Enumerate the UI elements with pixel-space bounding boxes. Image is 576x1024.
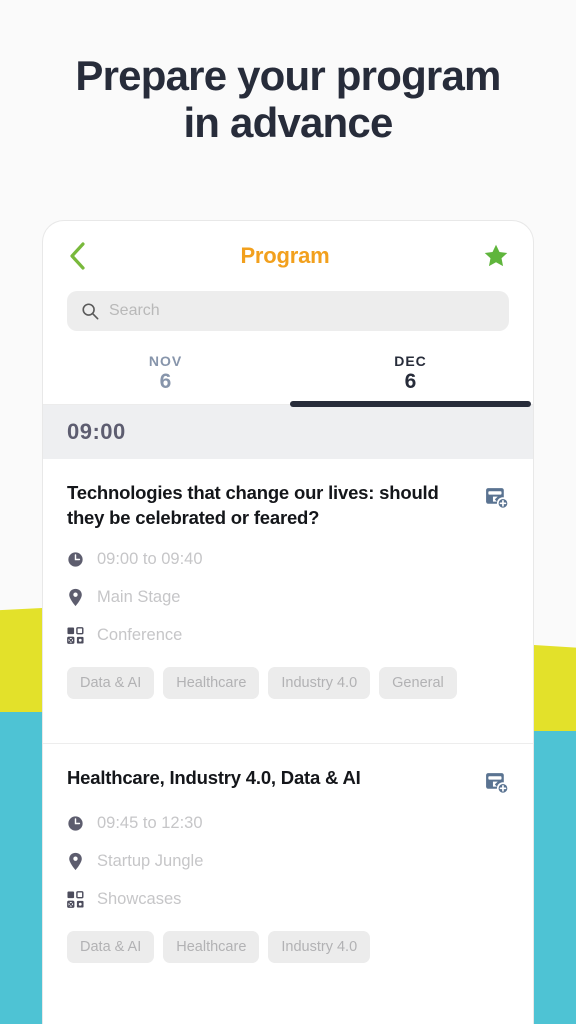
phone-mockup-card: Program Search NOV 6 DEC 6 09:00 Technol… xyxy=(42,220,534,1024)
event-list-item[interactable]: Technologies that change our lives: shou… xyxy=(43,459,533,721)
event-location-label: Main Stage xyxy=(97,587,181,606)
event-tag[interactable]: General xyxy=(379,666,457,699)
page-headline: Prepare your program in advance xyxy=(0,0,576,146)
star-icon[interactable] xyxy=(483,243,509,269)
page-title: Program xyxy=(240,243,330,268)
event-category-row: Conference xyxy=(67,626,509,645)
tab-month-label: NOV xyxy=(148,353,183,369)
add-to-calendar-icon[interactable] xyxy=(484,481,510,510)
decorative-side-block-right xyxy=(534,645,576,1024)
event-category-row: Showcases xyxy=(67,890,509,909)
time-group-header: 09:00 xyxy=(43,405,533,459)
headline-line-1: Prepare your program xyxy=(75,52,501,99)
grid-category-icon xyxy=(67,891,84,908)
grid-category-icon xyxy=(67,627,84,644)
event-tag[interactable]: Industry 4.0 xyxy=(268,930,371,963)
decorative-band-cyan xyxy=(0,712,42,1024)
decorative-side-block-left xyxy=(0,608,42,1024)
event-tag[interactable]: Healthcare xyxy=(163,666,260,699)
event-location-row: Main Stage xyxy=(67,588,509,607)
search-placeholder: Search xyxy=(109,302,160,319)
event-title: Healthcare, Industry 4.0, Data & AI xyxy=(67,766,361,788)
event-tag[interactable]: Industry 4.0 xyxy=(268,666,371,699)
chevron-left-icon[interactable] xyxy=(67,241,87,271)
event-tag[interactable]: Data & AI xyxy=(67,666,155,699)
app-nav-bar: Program xyxy=(43,221,533,291)
search-icon xyxy=(81,302,99,320)
event-tag-list: Data & AI Healthcare Industry 4.0 xyxy=(67,930,509,963)
search-input[interactable]: Search xyxy=(67,291,509,331)
event-time-row: 09:45 to 12:30 xyxy=(67,814,509,833)
event-tag-list: Data & AI Healthcare Industry 4.0 Genera… xyxy=(67,666,509,699)
event-time-label: 09:00 to 09:40 xyxy=(97,549,203,568)
add-to-calendar-icon[interactable] xyxy=(484,766,510,795)
event-title: Technologies that change our lives: shou… xyxy=(67,482,439,528)
headline-line-2: in advance xyxy=(183,99,393,147)
clock-icon xyxy=(67,551,84,568)
event-list-item[interactable]: Healthcare, Industry 4.0, Data & AI 09:4… xyxy=(43,742,533,963)
clock-icon xyxy=(67,815,84,832)
decorative-band-yellow xyxy=(0,608,42,714)
date-tabs: NOV 6 DEC 6 xyxy=(43,353,533,407)
tab-nov-6[interactable]: NOV 6 xyxy=(43,353,288,404)
tab-dec-6[interactable]: DEC 6 xyxy=(288,353,533,407)
decorative-band-yellow xyxy=(534,645,576,733)
tab-day-label: 6 xyxy=(159,370,172,393)
event-time-row: 09:00 to 09:40 xyxy=(67,550,509,569)
location-pin-icon xyxy=(67,852,84,871)
event-header-row: Healthcare, Industry 4.0, Data & AI xyxy=(67,766,510,795)
event-time-label: 09:45 to 12:30 xyxy=(97,813,203,832)
event-tag[interactable]: Healthcare xyxy=(163,930,260,963)
search-bar-container: Search xyxy=(43,291,533,331)
event-header-row: Technologies that change our lives: shou… xyxy=(67,481,510,531)
event-category-label: Showcases xyxy=(97,889,182,908)
location-pin-icon xyxy=(67,588,84,607)
tab-day-label: 6 xyxy=(404,370,417,393)
event-location-row: Startup Jungle xyxy=(67,852,509,871)
event-category-label: Conference xyxy=(97,625,183,644)
decorative-band-cyan xyxy=(534,731,576,1024)
event-tag[interactable]: Data & AI xyxy=(67,930,155,963)
event-location-label: Startup Jungle xyxy=(97,851,204,870)
tab-month-label: DEC xyxy=(394,353,427,369)
